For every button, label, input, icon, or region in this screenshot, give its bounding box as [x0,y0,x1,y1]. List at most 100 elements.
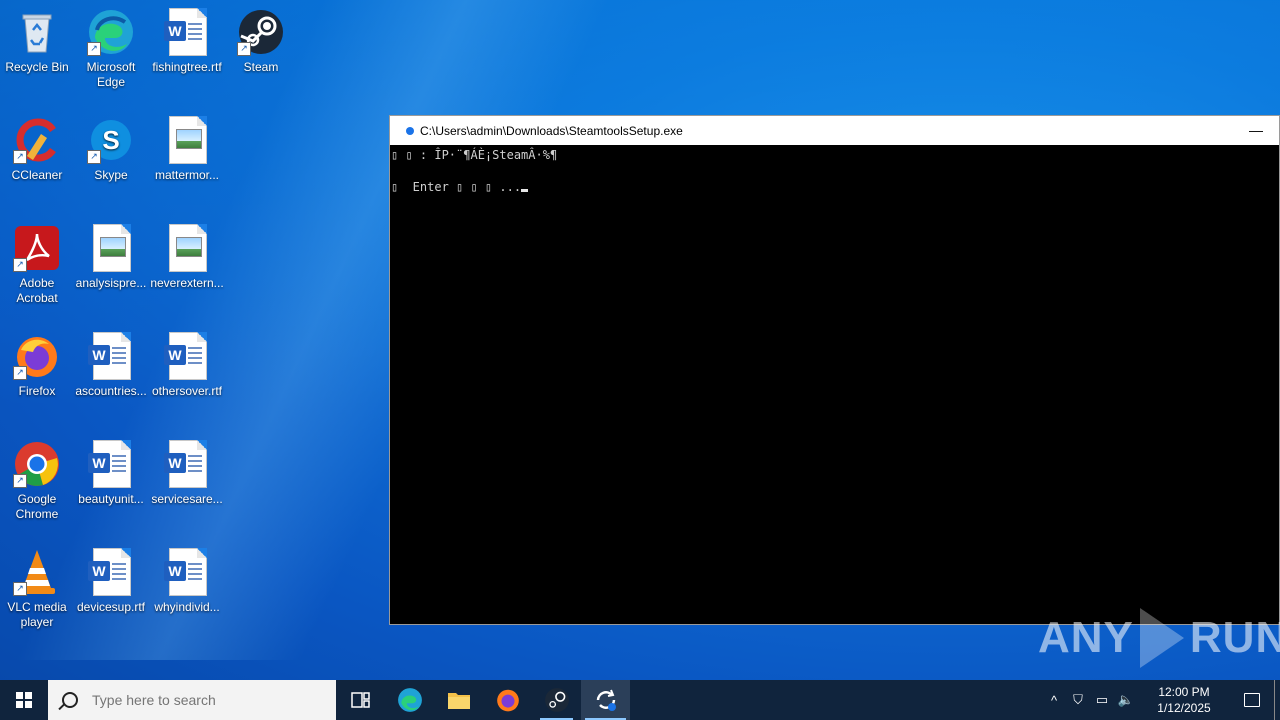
desktop-icon-label: servicesare... [151,492,223,506]
word-document-icon: W [87,440,135,488]
skype-icon: S ↗ [87,116,135,164]
defender-icon[interactable]: ⛉ [1066,692,1090,708]
network-icon[interactable]: ▭ [1090,692,1114,708]
desktop-icon-adobe-acrobat[interactable]: ↗ Adobe Acrobat [0,224,74,306]
desktop-icon-label: devicesup.rtf [76,600,146,614]
tray-chevron-icon[interactable]: ^ [1042,693,1066,708]
console-output[interactable]: ▯ ▯ : ÎP·¨¶ÁÈ¡SteamÂ·%¶ ▯ Enter ▯ ▯ ▯ ..… [390,145,1279,195]
taskbar-file-explorer[interactable] [434,680,483,720]
desktop-icon-label: Google Chrome [15,492,59,521]
desktop-icon-label: VLC media player [7,600,67,629]
desktop-icon-microsoft-edge[interactable]: ↗ Microsoft Edge [74,8,148,90]
clock-date: 1/12/2025 [1157,701,1211,715]
desktop-icon-label: analysispre... [75,276,147,290]
word-document-icon: W [163,440,211,488]
desktop-icon-beautyunit[interactable]: W beautyunit... [74,440,148,507]
desktop-icon-skype[interactable]: S ↗ Skype [74,116,148,183]
watermark-text: RUN [1189,613,1280,662]
console-line: ▯ ▯ : ÎP·¨¶ÁÈ¡SteamÂ·%¶ [391,148,558,162]
search-icon [62,692,78,708]
firefox-icon: ↗ [13,332,61,380]
notification-icon [1244,693,1260,707]
desktop-icon-label: ascountries... [75,384,147,398]
recycle-bin-icon [13,8,61,56]
shortcut-arrow-icon: ↗ [13,150,27,164]
desktop-icon-label: CCleaner [11,168,63,182]
clock[interactable]: 12:00 PM 1/12/2025 [1144,684,1224,716]
desktop-icon-steam[interactable]: ↗ Steam [224,8,298,75]
desktop-icon-label: othersover.rtf [151,384,223,398]
desktop-icon-label: Microsoft Edge [86,60,136,89]
desktop-icon-ascountries[interactable]: W ascountries... [74,332,148,399]
desktop-icon-firefox[interactable]: ↗ Firefox [0,332,74,399]
word-document-icon: W [87,548,135,596]
shortcut-arrow-icon: ↗ [13,258,27,272]
desktop-icon-recycle-bin[interactable]: Recycle Bin [0,8,74,75]
taskbar-steam[interactable] [532,680,581,720]
play-icon [1139,608,1184,668]
desktop-icon-google-chrome[interactable]: ↗ Google Chrome [0,440,74,522]
adobe-acrobat-icon: ↗ [13,224,61,272]
folder-icon [447,693,470,709]
desktop-icon-label: Recycle Bin [5,60,69,74]
start-button[interactable] [0,680,48,720]
steam-icon [544,688,569,712]
desktop-icon-whyindivid[interactable]: W whyindivid... [150,548,224,615]
taskbar-search-box[interactable] [48,680,336,720]
desktop-icon-fishingtree[interactable]: W fishingtree.rtf [150,8,224,75]
desktop-icon-label: Adobe Acrobat [16,276,58,305]
taskbar-edge[interactable] [385,680,434,720]
clock-time: 12:00 PM [1158,685,1210,699]
watermark-text: ANY [1038,613,1134,662]
desktop-icon-label: fishingtree.rtf [152,60,222,74]
desktop-icon-mattermor[interactable]: mattermor... [150,116,224,183]
task-view-button[interactable] [336,680,385,720]
svg-text:S: S [102,125,119,155]
word-document-icon: W [163,548,211,596]
edge-icon: ↗ [87,8,135,56]
task-view-icon [350,692,370,708]
shortcut-arrow-icon: ↗ [237,42,251,56]
taskbar-firefox[interactable] [483,680,532,720]
shortcut-arrow-icon: ↗ [87,150,101,164]
windows-logo-icon [16,692,32,708]
shortcut-arrow-icon: ↗ [13,582,27,596]
desktop-icon-vlc[interactable]: ↗ VLC media player [0,548,74,630]
system-tray: ^ ⛉ ▭ 🔈 12:00 PM 1/12/2025 [1042,680,1280,720]
text-cursor [521,189,529,192]
console-window[interactable]: C:\Users\admin\Downloads\SteamtoolsSetup… [389,115,1280,625]
show-desktop-button[interactable] [1274,680,1280,720]
desktop-icon-label: mattermor... [154,168,219,182]
vlc-icon: ↗ [13,548,61,596]
image-file-icon [163,116,211,164]
shortcut-arrow-icon: ↗ [87,42,101,56]
volume-icon[interactable]: 🔈 [1114,692,1138,708]
image-file-icon [163,224,211,272]
steam-icon: ↗ [237,8,285,56]
desktop-icon-analysispre[interactable]: analysispre... [74,224,148,291]
edge-icon [397,688,422,712]
desktop-icon-othersover[interactable]: W othersover.rtf [150,332,224,399]
desktop-icon-ccleaner[interactable]: ↗ CCleaner [0,116,74,183]
console-title: C:\Users\admin\Downloads\SteamtoolsSetup… [420,123,683,138]
word-document-icon: W [87,332,135,380]
search-input[interactable] [90,691,314,709]
desktop-icon-label: Skype [94,168,128,182]
console-line: ▯ Enter ▯ ▯ ▯ ... [391,180,522,194]
desktop-icon-neverextern[interactable]: neverextern... [150,224,224,291]
taskbar: ^ ⛉ ▭ 🔈 12:00 PM 1/12/2025 [0,680,1280,720]
console-app-icon [406,126,414,135]
desktop-icon-label: Firefox [18,384,56,398]
firefox-icon [496,689,519,712]
taskbar-steamtools-setup[interactable] [581,680,630,720]
desktop-icon-servicesare[interactable]: W servicesare... [150,440,224,507]
image-file-icon [87,224,135,272]
desktop-icon-label: whyindivid... [154,600,220,614]
shortcut-arrow-icon: ↗ [13,474,27,488]
minimize-button[interactable]: — [1247,122,1265,138]
desktop-icon-devicesup[interactable]: W devicesup.rtf [74,548,148,615]
console-titlebar[interactable]: C:\Users\admin\Downloads\SteamtoolsSetup… [390,116,1279,145]
desktop-icon-label: neverextern... [150,276,224,290]
notification-center-button[interactable] [1230,680,1274,720]
desktop-icon-label: beautyunit... [78,492,144,506]
